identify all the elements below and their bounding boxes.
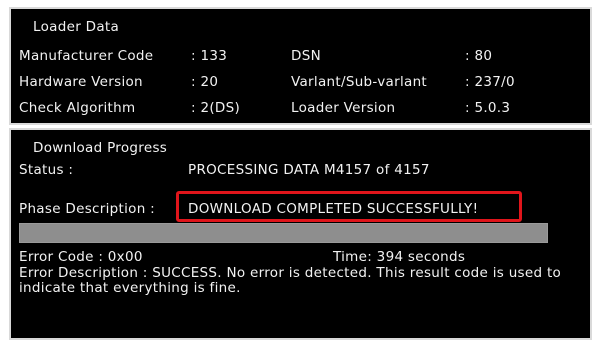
- manufacturer-code-label: Manufacturer Code: [19, 48, 154, 64]
- variant-label: Varlant/Sub-varlant: [291, 74, 428, 90]
- phase-description-label: Phase Description :: [19, 201, 156, 217]
- error-description: Error Description : SUCCESS. No error is…: [19, 265, 562, 296]
- loader-version-value: : 5.0.3: [465, 100, 511, 116]
- dsn-label: DSN: [291, 48, 321, 64]
- check-algorithm-value: : 2(DS): [191, 100, 241, 116]
- dsn-value: : 80: [465, 48, 493, 64]
- download-progress-panel: Download Progress Status : PROCESSING DA…: [9, 128, 592, 340]
- progress-bar-fill: [20, 224, 547, 242]
- download-progress-title: Download Progress: [33, 140, 168, 156]
- error-code: Error Code : 0x00: [19, 249, 143, 265]
- variant-value: : 237/0: [465, 74, 515, 90]
- hardware-version-value: : 20: [191, 74, 219, 90]
- status-label: Status :: [19, 162, 74, 178]
- manufacturer-code-value: : 133: [191, 48, 228, 64]
- loader-data-title: Loader Data: [33, 19, 120, 35]
- hardware-version-label: Hardware Version: [19, 74, 143, 90]
- elapsed-time: Time: 394 seconds: [333, 249, 466, 265]
- phase-description-value: DOWNLOAD COMPLETED SUCCESSFULLY!: [188, 201, 479, 217]
- loader-version-label: Loader Version: [291, 100, 396, 116]
- status-value: PROCESSING DATA M4157 of 4157: [188, 162, 430, 178]
- loader-data-panel: Loader Data Manufacturer Code : 133 DSN …: [9, 7, 592, 125]
- progress-bar: [19, 223, 548, 243]
- check-algorithm-label: Check Algorithm: [19, 100, 136, 116]
